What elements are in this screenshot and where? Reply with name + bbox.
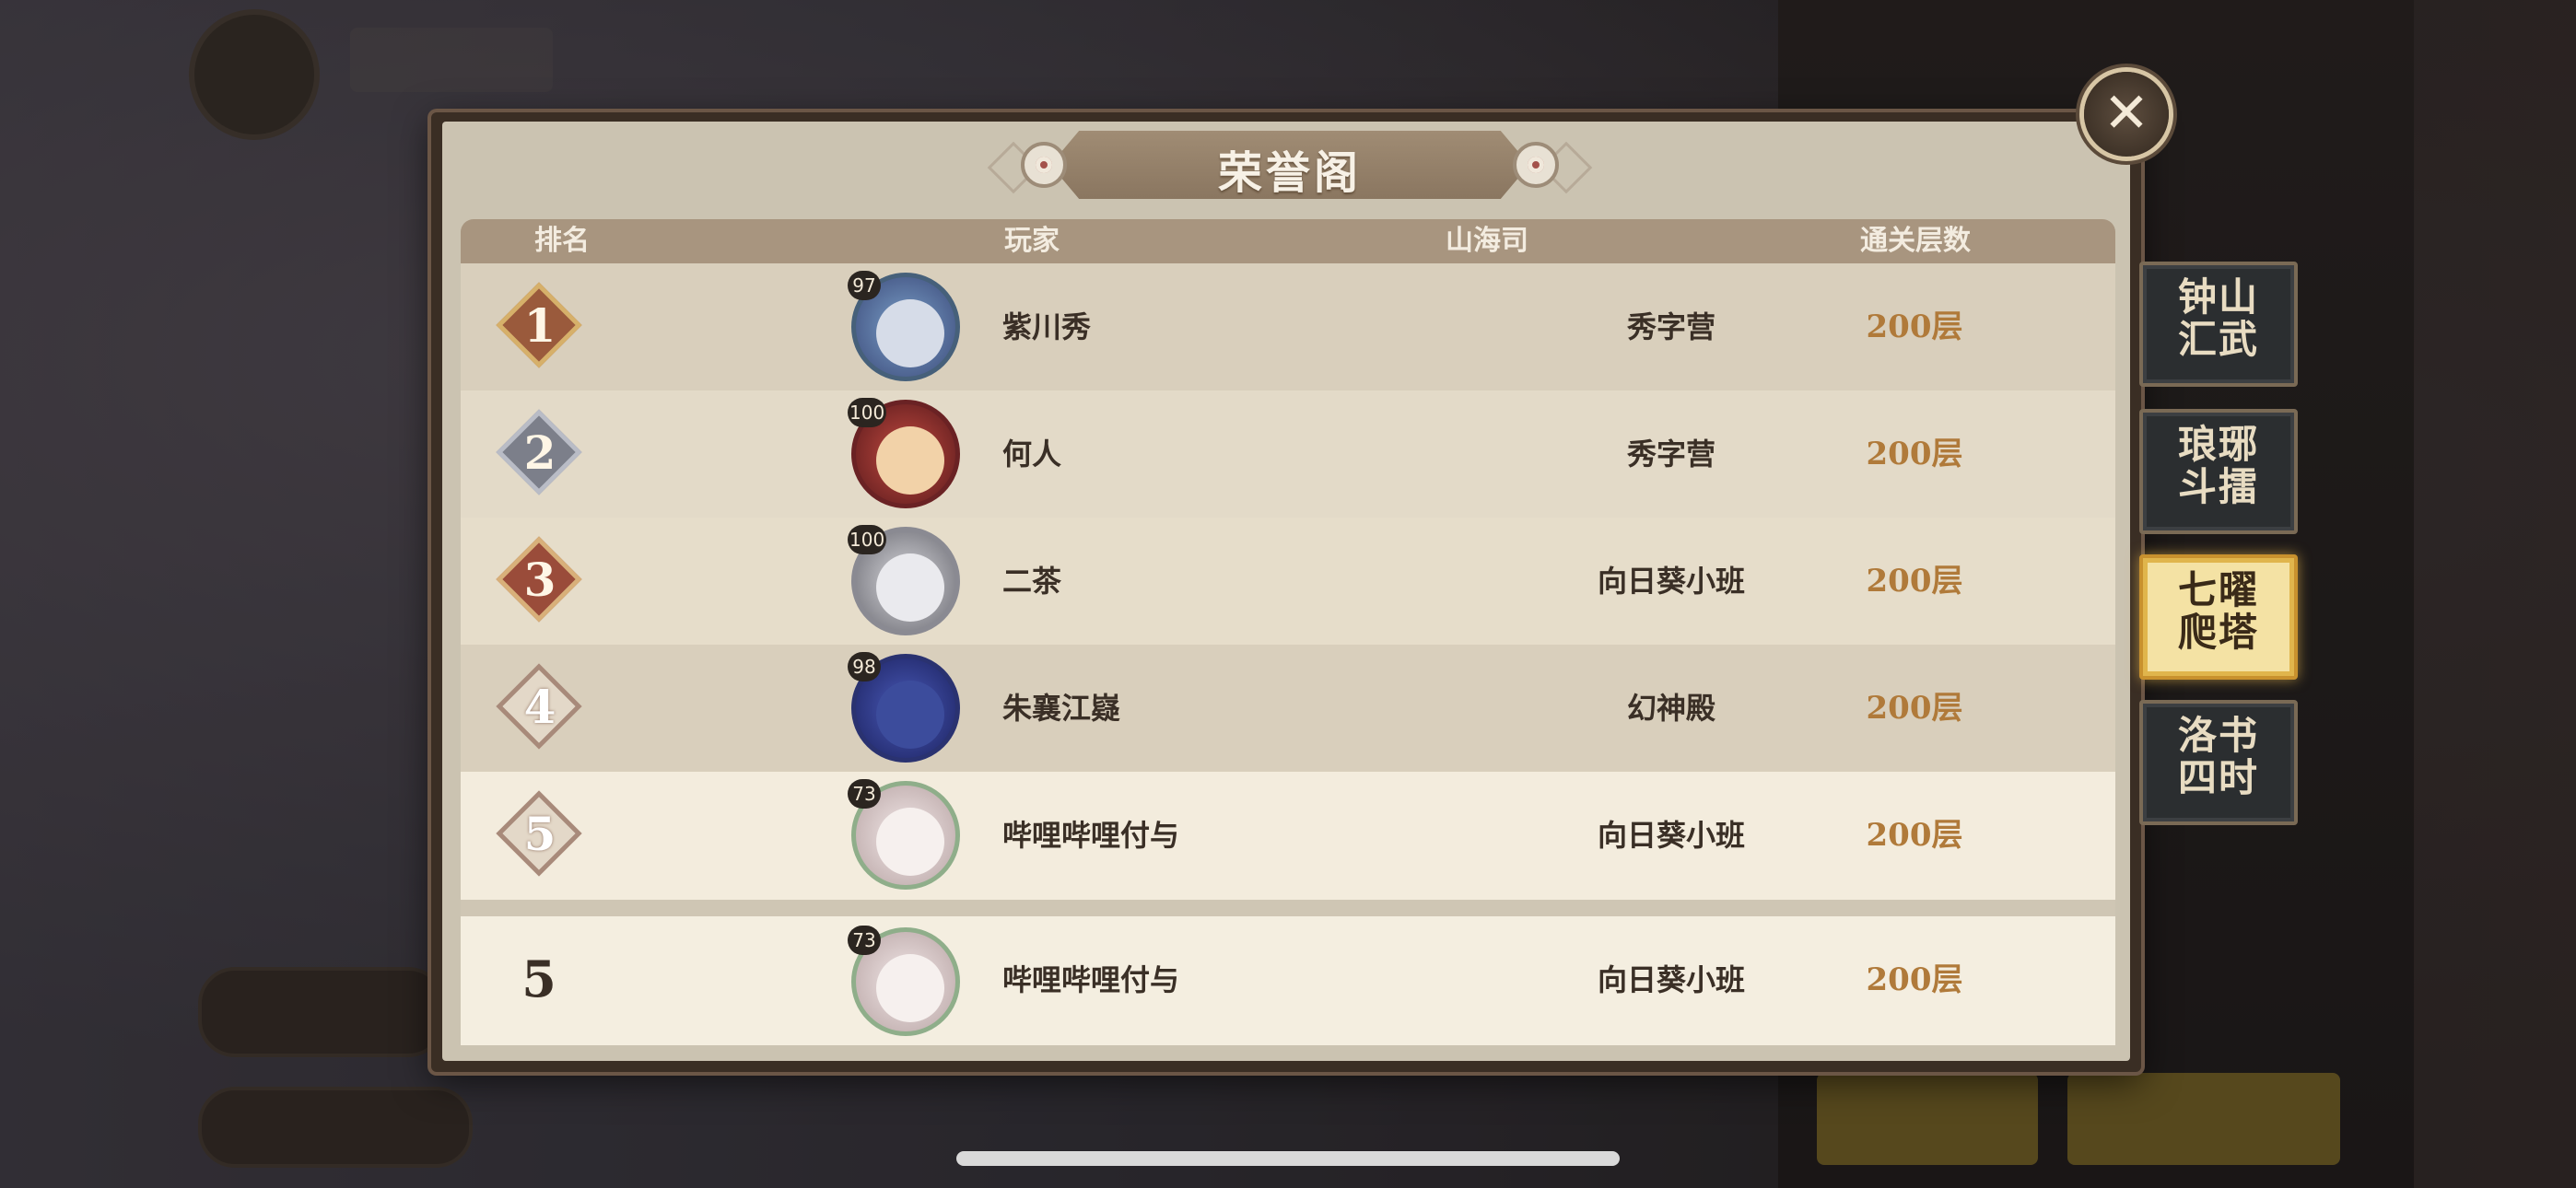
table-row[interactable]: 1 97 紫川秀 秀字营 200层 [461,263,2115,390]
player-name: 何人 [1002,437,1062,472]
level-badge: 73 [848,926,881,955]
level-badge: 100 [848,525,887,554]
rank-number: 1 [523,298,556,353]
tab-langya-douli[interactable]: 琅琊 斗擂 [2139,409,2298,534]
player-name: 朱襄江嶷 [1002,691,1121,726]
level-badge: 100 [848,398,887,427]
row-divider [461,900,2115,916]
rank-badge: 5 [496,790,584,879]
floors-cleared: 200层 [1866,961,1963,998]
tab-label-line2: 爬塔 [2177,610,2259,655]
rank-badge: 4 [496,663,584,751]
avatar-face [876,954,944,1022]
table-row[interactable]: 5 73 哔哩哔哩付与 向日葵小班 200层 [461,772,2115,900]
rank-number: 3 [523,553,556,607]
close-button[interactable]: ✕ [2084,72,2169,157]
tab-label: 洛书 四时 [2143,715,2294,799]
dialog-title: 荣誉阁 [1217,147,1362,199]
rank-badge: 2 [496,409,584,497]
tab-label-line1: 钟山 [2177,274,2259,320]
rank-number: 2 [523,425,556,480]
tab-label: 琅琊 斗擂 [2143,424,2294,508]
tab-label-line1: 七曜 [2177,567,2259,612]
avatar-face [876,299,944,367]
header-player: 玩家 [1004,225,1060,257]
tab-luoshu-sishi[interactable]: 洛书 四时 [2139,700,2298,825]
player-name: 哔哩哔哩付与 [1002,818,1180,853]
tab-label: 钟山 汇武 [2143,276,2294,361]
header-rank: 排名 [534,225,590,257]
tab-label-line2: 斗擂 [2177,464,2259,509]
home-indicator[interactable] [956,1151,1620,1166]
level-badge: 97 [848,271,881,300]
header-floors: 通关层数 [1860,225,1971,257]
floors-cleared: 200层 [1866,563,1963,600]
tab-label-line2: 汇武 [2177,317,2259,362]
rank-number: 5 [523,807,556,861]
title-banner: 荣誉阁 [987,127,1593,203]
floors-cleared: 200层 [1866,817,1963,854]
table-row[interactable]: 2 100 何人 秀字营 200层 [461,390,2115,518]
floors-cleared: 200层 [1866,436,1963,472]
tab-qiyao-tower[interactable]: 七曜 爬塔 [2139,554,2298,680]
my-rank-number: 5 [521,949,556,1008]
avatar-face [876,426,944,495]
avatar-face [876,553,944,622]
rank-badge: 1 [496,282,584,370]
player-name: 紫川秀 [1002,309,1092,344]
level-badge: 73 [848,779,881,809]
table-row[interactable]: 4 98 朱襄江嶷 幻神殿 200层 [461,645,2115,772]
tab-label-line2: 四时 [2177,755,2259,800]
table-header: 排名 玩家 山海司 通关层数 [461,219,2115,263]
rank-badge: 3 [496,536,584,624]
header-guild: 山海司 [1446,225,1528,257]
level-badge: 98 [848,652,881,681]
player-name: 哔哩哔哩付与 [1002,962,1180,997]
table-row[interactable]: 3 100 二茶 向日葵小班 200层 [461,518,2115,645]
avatar-face [876,681,944,749]
tab-label-line1: 琅琊 [2177,422,2259,467]
close-icon: ✕ [2102,81,2150,146]
player-name: 二茶 [1002,564,1062,599]
my-rank-row[interactable]: 5 73 哔哩哔哩付与 向日葵小班 200层 [461,916,2115,1045]
tab-label: 七曜 爬塔 [2143,569,2294,654]
floors-cleared: 200层 [1866,309,1963,345]
floors-cleared: 200层 [1866,690,1963,727]
rank-number: 4 [523,680,556,734]
tab-label-line1: 洛书 [2177,713,2259,758]
tab-zhongshan-huiwu[interactable]: 钟山 汇武 [2139,262,2298,387]
avatar-face [876,808,944,876]
